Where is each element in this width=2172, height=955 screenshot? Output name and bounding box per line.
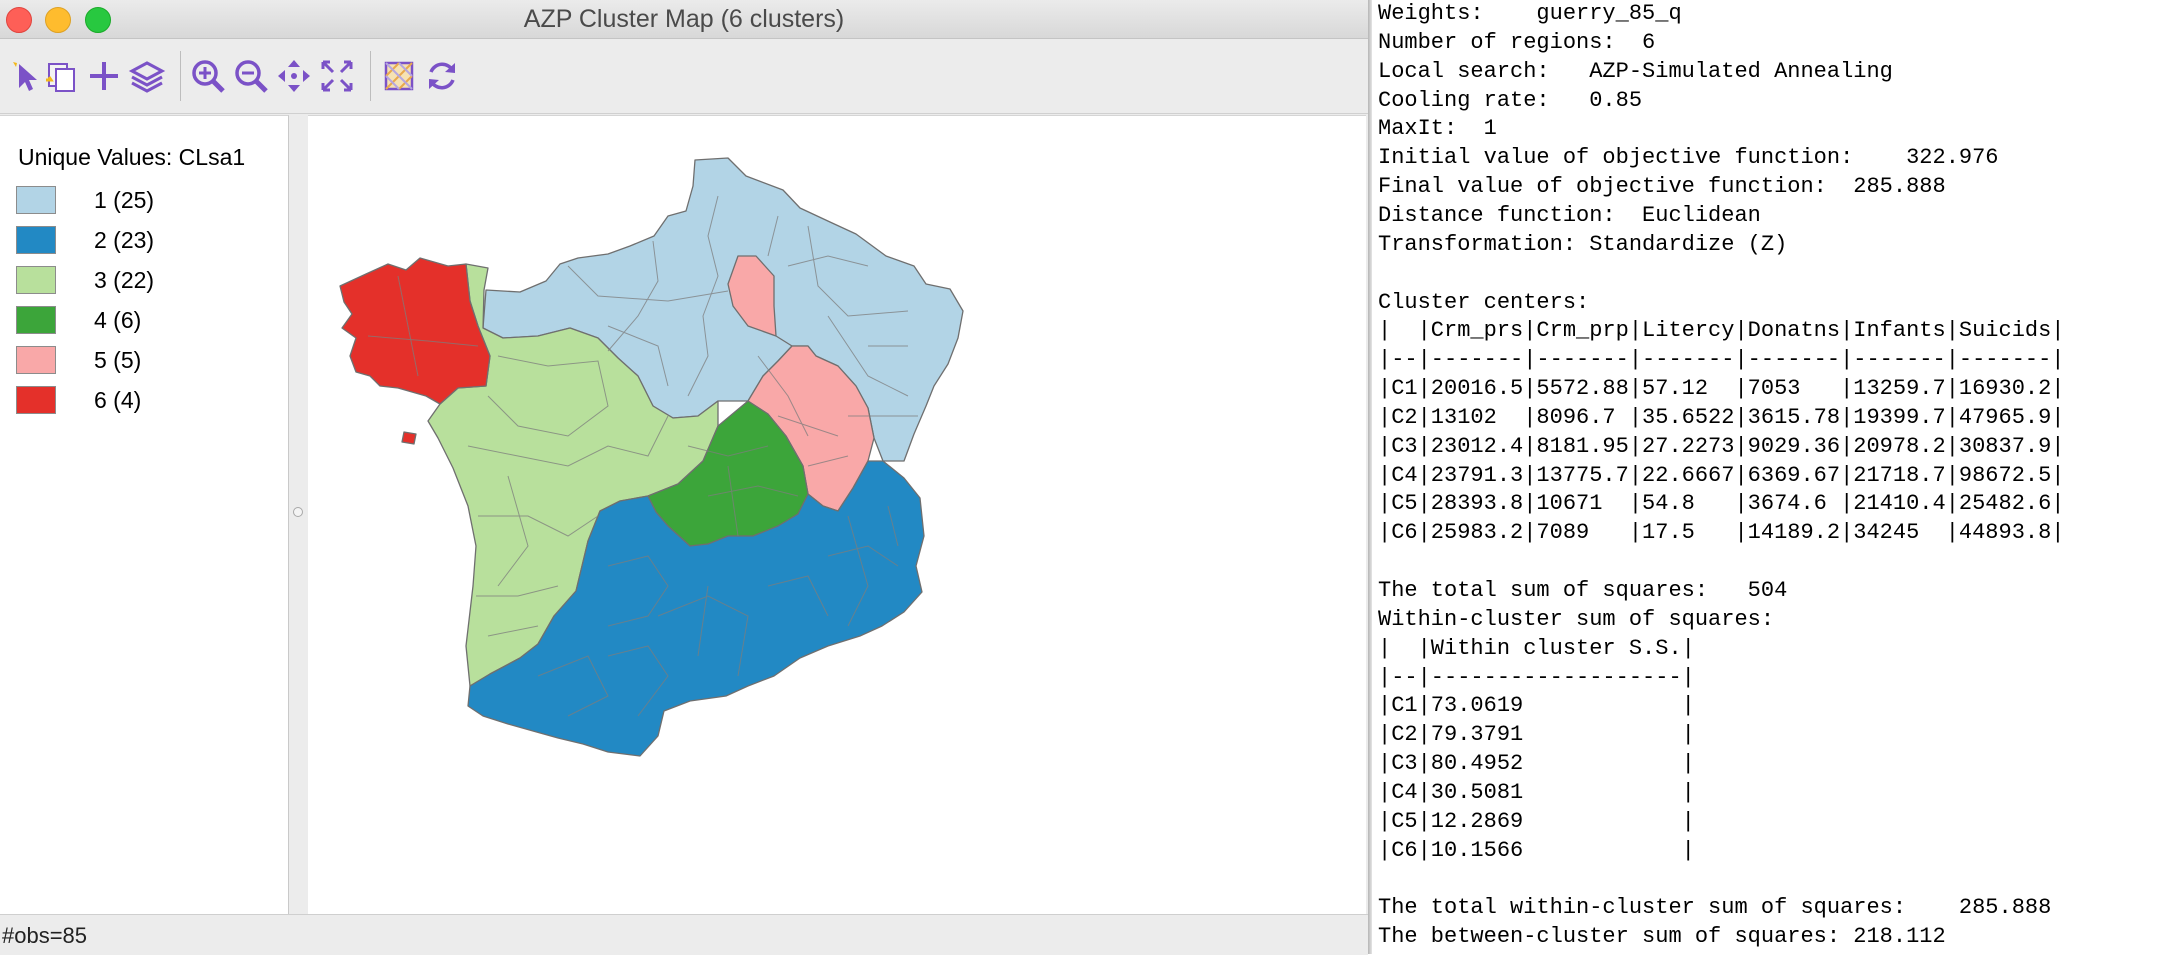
console-line: Final value of objective function: 285.8… — [1378, 174, 1946, 200]
zoom-in-icon — [192, 60, 225, 93]
legend-label: 5 (5) — [94, 346, 142, 373]
legend-swatch — [16, 266, 56, 294]
console-line: The between-cluster sum of squares: 218.… — [1378, 924, 1946, 950]
console-line: |C6|10.1566 | — [1378, 837, 1695, 863]
panel-splitter[interactable] — [289, 115, 307, 913]
legend-swatch — [16, 226, 56, 254]
legend-title: Unique Values: CLsa1 — [18, 144, 246, 170]
legend-item[interactable]: 5 (5) — [16, 344, 141, 376]
console-line: |C1|20016.5|5572.88|57.12 |7053 |13259.7… — [1378, 376, 2065, 402]
layers-tool-button[interactable] — [122, 51, 172, 101]
france-cluster-map[interactable] — [308, 116, 1366, 914]
console-line: |C4|30.5081 | — [1378, 779, 1695, 805]
refresh-icon — [429, 62, 455, 90]
console-line: | |Crm_prs|Crm_prp|Litercy|Donatns|Infan… — [1378, 318, 2065, 344]
console-line: |C5|28393.8|10671 |54.8 |3674.6 |21410.4… — [1378, 491, 2065, 517]
legend-item[interactable]: 6 (4) — [16, 384, 141, 416]
splitter-grip-handle[interactable] — [293, 507, 303, 517]
console-line: Cooling rate: 0.85 — [1378, 87, 1643, 113]
map-canvas[interactable] — [308, 115, 1366, 914]
legend-label: 1 (25) — [94, 186, 155, 213]
console-line: |C4|23791.3|13775.7|22.6667|6369.67|2171… — [1378, 462, 2065, 488]
window-divider — [1368, 0, 1372, 954]
console-line: The total sum of squares: 504 — [1378, 578, 1788, 603]
legend-swatch — [16, 346, 56, 374]
console-line: |--|-------|-------|-------|-------|----… — [1378, 347, 2065, 373]
console-line: |C2|79.3791 | — [1378, 722, 1695, 748]
console-line: |C5|12.2869 | — [1378, 808, 1695, 834]
console-line: |C3|80.4952 | — [1378, 751, 1695, 777]
console-line: |C3|23012.4|8181.95|27.2273|9029.36|2097… — [1378, 433, 2065, 459]
legend-item[interactable]: 1 (25) — [16, 184, 154, 216]
console-line: Local search: AZP-Simulated Annealing — [1378, 58, 1893, 84]
legend-panel: Unique Values: CLsa1 1 (25) 2 (23) 3 (22… — [0, 115, 289, 914]
console-output-panel[interactable]: Weights: guerry_85_q Number of regions: 6… — [1378, 0, 2172, 954]
layers-icon — [128, 61, 166, 93]
legend-swatch — [16, 186, 56, 214]
full-extent-icon — [321, 60, 353, 92]
console-line: Weights: guerry_85_q — [1378, 1, 1682, 26]
map-toolbar — [0, 39, 1368, 114]
console-line: |C2|13102 |8096.7 |35.6522|3615.78|19399… — [1378, 404, 2065, 430]
legend-item[interactable]: 2 (23) — [16, 224, 154, 256]
legend-label: 2 (23) — [94, 226, 155, 253]
cluster-6-region[interactable] — [339, 257, 491, 405]
window-title: AZP Cluster Map (6 clusters) — [523, 5, 845, 33]
console-line: Within-cluster sum of squares: — [1378, 606, 1775, 632]
fit-extent-tool-button[interactable] — [312, 51, 362, 101]
console-line: Cluster centers: — [1378, 289, 1590, 315]
console-line: |--|-------------------| — [1378, 664, 1695, 690]
toolbar-separator — [180, 51, 181, 101]
refresh-tool-button[interactable] — [417, 51, 467, 101]
legend-swatch — [16, 386, 56, 414]
legend-item[interactable]: 4 (6) — [16, 304, 141, 336]
cluster-6-island[interactable] — [401, 431, 417, 445]
legend-label: 6 (4) — [94, 386, 142, 413]
console-line: |C6|25983.2|7089 |17.5 |14189.2|34245 |4… — [1378, 520, 2065, 546]
legend-item[interactable]: 3 (22) — [16, 264, 154, 296]
legend-label: 3 (22) — [94, 266, 155, 293]
cluster-map-window: AZP Cluster Map (6 clusters) Unique Valu… — [0, 0, 1368, 955]
console-line: Distance function: Euclidean — [1378, 202, 1761, 228]
legend-label: 4 (6) — [94, 306, 142, 333]
status-bar: #obs=85 — [0, 914, 1368, 955]
console-line: Number of regions: 6 — [1378, 29, 1656, 55]
title-bar[interactable]: AZP Cluster Map (6 clusters) — [0, 0, 1368, 39]
plus-icon — [90, 62, 118, 90]
copy-page-icon — [46, 63, 75, 92]
zoom-out-icon — [235, 60, 268, 93]
console-line: Transformation: Standardize (Z) — [1378, 231, 1788, 257]
console-line: |C1|73.0619 | — [1378, 693, 1695, 719]
console-line: The total within-cluster sum of squares:… — [1378, 895, 2052, 921]
toolbar-separator — [370, 51, 371, 101]
legend-swatch — [16, 306, 56, 334]
console-line: Initial value of objective function: 322… — [1378, 145, 1999, 171]
basemap-icon — [384, 61, 414, 91]
observation-count: #obs=85 — [2, 923, 88, 948]
move-arrows-icon — [278, 60, 310, 92]
console-line: | |Within cluster S.S.| — [1378, 635, 1695, 661]
console-line: MaxIt: 1 — [1378, 116, 1497, 142]
